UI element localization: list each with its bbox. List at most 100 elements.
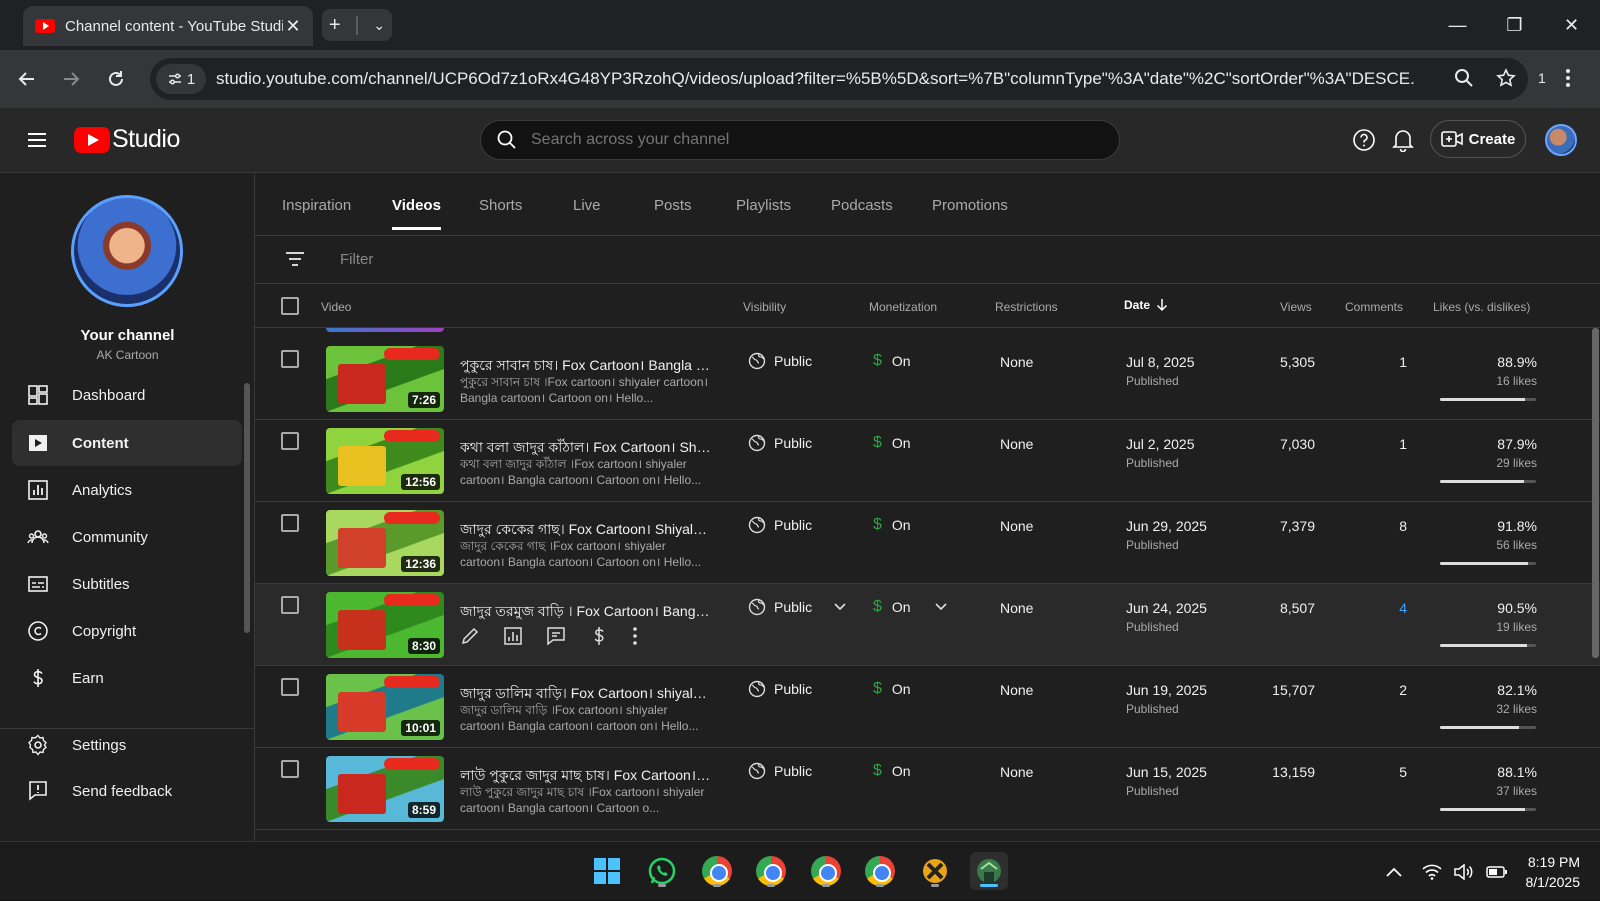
visibility-cell[interactable]: Public — [748, 598, 846, 616]
restore-icon[interactable]: ❐ — [1486, 0, 1543, 50]
studio-logo[interactable]: Studio — [74, 125, 180, 154]
monetization-cell: $On — [873, 680, 911, 698]
comments-value[interactable]: 4 — [1375, 600, 1407, 616]
active-app-icon[interactable] — [970, 852, 1008, 890]
browser-menu-icon[interactable] — [1565, 68, 1571, 88]
table-row[interactable]: 10:01জাদুর ডালিম বাড়ি। Fox Cartoon। shi… — [255, 666, 1600, 748]
table-row[interactable]: 12:56কথা বলা জাদুর কাঁঠাল। Fox Cartoon। … — [255, 420, 1600, 502]
show-hidden-icons-chevron-icon[interactable] — [1386, 867, 1402, 877]
taskbar-running-indicator — [658, 884, 666, 887]
sidebar-item-subtitles[interactable]: Subtitles — [12, 561, 242, 607]
media-app-icon[interactable] — [916, 852, 954, 890]
sidebar-item-dashboard[interactable]: Dashboard — [12, 372, 242, 418]
sidebar-item-settings[interactable]: Settings — [12, 722, 242, 768]
close-window-icon[interactable]: ✕ — [1543, 0, 1600, 50]
video-title[interactable]: জাদুর তরমুজ বাড়ি । Fox Cartoon। Bangla … — [460, 600, 712, 624]
forward-icon[interactable] — [55, 63, 87, 95]
row-checkbox[interactable] — [281, 432, 299, 450]
wifi-icon[interactable] — [1422, 864, 1442, 880]
comments-icon[interactable] — [546, 626, 566, 646]
sidebar-item-content[interactable]: Content — [12, 420, 242, 466]
row-checkbox[interactable] — [281, 678, 299, 696]
hamburger-menu-icon[interactable] — [26, 129, 48, 151]
more-options-icon[interactable] — [632, 626, 638, 646]
tab-posts[interactable]: Posts — [654, 197, 692, 214]
table-row[interactable]: 8:59লাউ পুকুরে জাদুর মাছ চাষ। Fox Cartoo… — [255, 748, 1600, 830]
sidebar-item-send-feedback[interactable]: Send feedback — [12, 768, 242, 814]
table-row[interactable]: 8:30 জাদুর তরমুজ বাড়ি । Fox Cartoon। Ban… — [255, 584, 1600, 666]
table-row[interactable]: 12:36জাদুর কেকের গাছ। Fox Cartoon। Shiya… — [255, 502, 1600, 584]
sidebar-scrollbar[interactable] — [244, 383, 250, 633]
filter-input[interactable]: Filter — [340, 251, 373, 268]
create-label: Create — [1469, 131, 1516, 148]
column-date[interactable]: Date — [1124, 298, 1168, 312]
monetization-cell[interactable]: $On — [873, 598, 947, 616]
site-info-chip[interactable]: 1 — [156, 64, 206, 94]
sidebar-item-copyright[interactable]: Copyright — [12, 608, 242, 654]
table-row[interactable]: 7:26পুকুরে সাবান চাষ। Fox Cartoon। Bangl… — [255, 338, 1600, 420]
minimize-icon[interactable]: — — [1429, 0, 1486, 50]
sidebar-item-analytics[interactable]: Analytics — [12, 467, 242, 513]
bookmark-star-icon[interactable] — [1496, 68, 1516, 88]
sidebar-item-earn[interactable]: Earn — [12, 655, 242, 701]
video-thumbnail[interactable]: 7:26 — [326, 346, 444, 412]
chrome-profile-1-icon[interactable] — [698, 852, 736, 890]
monetization-dollar-icon[interactable] — [589, 626, 609, 646]
tab-inspiration[interactable]: Inspiration — [282, 197, 351, 214]
monetization-value: On — [892, 681, 911, 697]
back-icon[interactable] — [11, 63, 43, 95]
filter-icon[interactable] — [285, 250, 305, 268]
tab-live[interactable]: Live — [573, 197, 601, 214]
help-icon[interactable] — [1352, 128, 1376, 152]
new-tab-icon[interactable]: + — [329, 14, 341, 37]
select-all-checkbox[interactable] — [281, 297, 299, 315]
browser-tab[interactable]: Channel content - YouTube Studio ✕ — [23, 6, 313, 46]
tab-promotions[interactable]: Promotions — [932, 197, 1008, 214]
video-thumbnail[interactable]: 12:36 — [326, 510, 444, 576]
windows-start-icon[interactable] — [588, 852, 626, 890]
video-thumbnail[interactable]: 8:59 — [326, 756, 444, 822]
taskbar-clock[interactable]: 8:19 PM 8/1/2025 — [1526, 852, 1581, 892]
tab-playlists[interactable]: Playlists — [736, 197, 791, 214]
date-value: Jul 2, 2025 — [1126, 436, 1195, 452]
visibility-cell: Public — [748, 434, 812, 452]
sidebar-item-community[interactable]: Community — [12, 514, 242, 560]
close-tab-icon[interactable]: ✕ — [283, 16, 303, 36]
omnibox[interactable]: 1 studio.youtube.com/channel/UCP6Od7z1oR… — [150, 58, 1528, 100]
chrome-profile-3-icon[interactable] — [807, 852, 845, 890]
visibility-cell: Public — [748, 762, 812, 780]
tab-podcasts[interactable]: Podcasts — [831, 197, 893, 214]
channel-avatar[interactable] — [71, 195, 183, 307]
video-thumbnail[interactable]: 10:01 — [326, 674, 444, 740]
create-button[interactable]: Create — [1430, 120, 1526, 158]
content-scrollbar[interactable] — [1592, 328, 1599, 658]
comments-value: 5 — [1375, 764, 1407, 780]
tab-search-chevron-icon[interactable]: ⌄ — [373, 17, 385, 34]
chevron-down-icon[interactable] — [834, 603, 846, 611]
tab-shorts[interactable]: Shorts — [479, 197, 522, 214]
reload-icon[interactable] — [100, 63, 132, 95]
tune-icon — [167, 71, 183, 87]
whatsapp-icon[interactable] — [643, 852, 681, 890]
taskbar-running-indicator — [822, 884, 830, 887]
chrome-profile-2-icon[interactable] — [752, 852, 790, 890]
chrome-profile-4-icon[interactable] — [861, 852, 899, 890]
analytics-icon[interactable] — [503, 626, 523, 646]
account-avatar[interactable] — [1545, 124, 1577, 156]
notifications-bell-icon[interactable] — [1392, 128, 1414, 152]
row-checkbox[interactable] — [281, 350, 299, 368]
likes-count: 16 likes — [1455, 374, 1537, 388]
edit-pencil-icon[interactable] — [460, 626, 480, 646]
row-checkbox[interactable] — [281, 514, 299, 532]
volume-icon[interactable] — [1454, 864, 1474, 880]
video-thumbnail[interactable]: 8:30 — [326, 592, 444, 658]
battery-icon[interactable] — [1486, 865, 1508, 879]
video-thumbnail[interactable]: 12:56 — [326, 428, 444, 494]
row-checkbox[interactable] — [281, 760, 299, 778]
zoom-icon[interactable] — [1454, 68, 1474, 88]
row-checkbox[interactable] — [281, 596, 299, 614]
search-input[interactable] — [531, 131, 1091, 149]
tab-videos[interactable]: Videos — [392, 197, 441, 214]
chevron-down-icon[interactable] — [935, 603, 947, 611]
extensions-count[interactable]: 1 — [1538, 70, 1546, 86]
